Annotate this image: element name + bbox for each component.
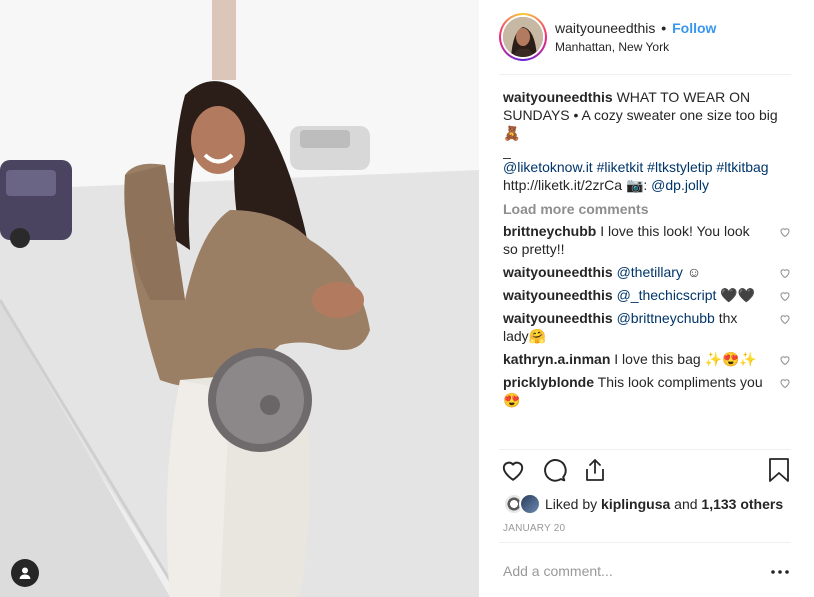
avatar[interactable] bbox=[499, 13, 547, 61]
comment-username[interactable]: waityouneedthis bbox=[503, 310, 613, 326]
comment-item: kathryn.a.inman I love this bag ✨😍✨ bbox=[503, 350, 795, 368]
comment-username[interactable]: kathryn.a.inman bbox=[503, 351, 610, 367]
person-icon bbox=[19, 567, 31, 579]
caption-username[interactable]: waityouneedthis bbox=[503, 89, 613, 105]
comment-like-heart-icon[interactable] bbox=[779, 377, 791, 389]
add-comment-input[interactable] bbox=[503, 563, 771, 579]
liker-avatars[interactable] bbox=[503, 493, 543, 515]
header-divider bbox=[499, 74, 791, 75]
comment-item: waityouneedthis @thetillary ☺ bbox=[503, 263, 795, 281]
caption-credit[interactable]: @dp.jolly bbox=[651, 177, 709, 193]
post-photo[interactable] bbox=[0, 0, 479, 597]
follow-button[interactable]: Follow bbox=[672, 20, 716, 36]
header-separator: • bbox=[661, 20, 667, 36]
more-options-button[interactable]: ••• bbox=[770, 563, 790, 581]
caption-tag[interactable]: #liketkit bbox=[597, 159, 644, 175]
comment-username[interactable]: waityouneedthis bbox=[503, 264, 613, 280]
comment-item: waityouneedthis @_thechicscript 🖤🖤 bbox=[503, 286, 795, 304]
comment-mention[interactable]: @brittneychubb bbox=[617, 310, 715, 326]
post-panel: waityouneedthis • Follow Manhattan, New … bbox=[479, 0, 814, 597]
avatar-image bbox=[503, 17, 543, 57]
likes-text: Liked by kiplingusa and 1,133 others bbox=[545, 496, 783, 512]
share-button[interactable] bbox=[581, 456, 609, 484]
comment-like-heart-icon[interactable] bbox=[779, 313, 791, 325]
comment-like-heart-icon[interactable] bbox=[779, 226, 791, 238]
comment-item: brittneychubb I love this look! You look… bbox=[503, 222, 795, 258]
caption: waityouneedthis WHAT TO WEAR ON SUNDAYS … bbox=[503, 88, 785, 194]
likes-user[interactable]: kiplingusa bbox=[601, 496, 670, 512]
comment-like-heart-icon[interactable] bbox=[779, 267, 791, 279]
caption-dash: _ bbox=[503, 143, 511, 159]
comment-button[interactable] bbox=[540, 456, 568, 484]
photo-illustration bbox=[0, 0, 479, 597]
header-username[interactable]: waityouneedthis bbox=[555, 20, 655, 36]
post-header: waityouneedthis • Follow Manhattan, New … bbox=[499, 13, 791, 63]
comment-username[interactable]: waityouneedthis bbox=[503, 287, 613, 303]
action-bar bbox=[499, 456, 793, 486]
likes-middle: and bbox=[674, 496, 698, 512]
more-options-icon bbox=[771, 570, 789, 574]
load-more-comments[interactable]: Load more comments bbox=[503, 201, 803, 217]
actions-divider bbox=[499, 449, 791, 450]
caption-tag[interactable]: @liketoknow.it bbox=[503, 159, 593, 175]
like-button[interactable] bbox=[499, 456, 527, 484]
comment-like-heart-icon[interactable] bbox=[779, 290, 791, 302]
tagged-user-icon[interactable] bbox=[11, 559, 39, 587]
comment-item: pricklyblonde This look compliments you … bbox=[503, 373, 795, 409]
comment-username[interactable]: pricklyblonde bbox=[503, 374, 594, 390]
header-username-line: waityouneedthis • Follow bbox=[555, 20, 716, 36]
comment-like-heart-icon[interactable] bbox=[779, 354, 791, 366]
instagram-post: waityouneedthis • Follow Manhattan, New … bbox=[0, 0, 814, 597]
likes-summary: Liked by kiplingusa and 1,133 others bbox=[503, 493, 793, 515]
caption-tags: @liketoknow.it #liketkit #ltkstyletip #l… bbox=[503, 158, 785, 176]
comment-text: ☺ bbox=[686, 264, 702, 280]
liker-avatar bbox=[519, 493, 541, 515]
comments-list[interactable]: waityouneedthis WHAT TO WEAR ON SUNDAYS … bbox=[503, 88, 803, 449]
heart-icon bbox=[502, 461, 524, 481]
share-icon bbox=[586, 459, 604, 481]
comment-item: waityouneedthis @brittneychubb thx lady🤗 bbox=[503, 309, 795, 345]
caption-url-line: http://liketk.it/2zrCa 📷: @dp.jolly bbox=[503, 176, 785, 194]
bookmark-icon bbox=[769, 458, 789, 482]
comment-bubble-icon bbox=[544, 459, 567, 482]
comment-box-divider bbox=[499, 542, 791, 543]
caption-tag[interactable]: #ltkitbag bbox=[716, 159, 768, 175]
location-link[interactable]: Manhattan, New York bbox=[555, 40, 669, 54]
likes-count[interactable]: 1,133 others bbox=[701, 496, 783, 512]
post-date[interactable]: JANUARY 20 bbox=[503, 523, 565, 534]
comment-mention[interactable]: @thetillary bbox=[617, 264, 683, 280]
likes-prefix: Liked by bbox=[545, 496, 598, 512]
caption-camera: 📷: bbox=[625, 177, 648, 193]
comment-text: 🖤🖤 bbox=[720, 287, 756, 303]
caption-url[interactable]: http://liketk.it/2zrCa bbox=[503, 177, 622, 193]
comment-mention[interactable]: @_thechicscript bbox=[617, 287, 717, 303]
comment-text: I love this bag ✨😍✨ bbox=[614, 351, 757, 367]
comment-username[interactable]: brittneychubb bbox=[503, 223, 596, 239]
caption-tag[interactable]: #ltkstyletip bbox=[647, 159, 712, 175]
save-button[interactable] bbox=[765, 456, 793, 484]
